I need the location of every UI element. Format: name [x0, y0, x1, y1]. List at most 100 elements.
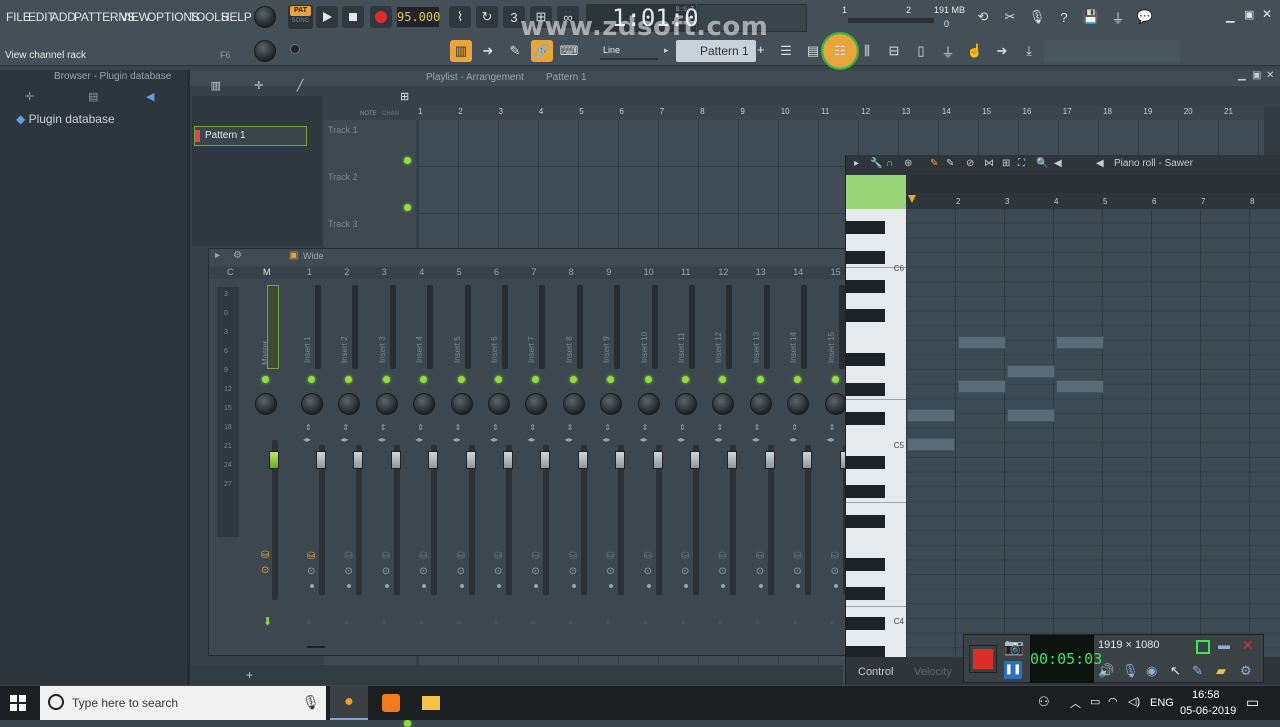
insert-fx-icon[interactable]: ⊙ — [569, 566, 577, 577]
stereo-separation-icon[interactable]: ⇕ — [492, 423, 499, 432]
menu-view[interactable]: VIEW — [120, 10, 150, 24]
play-button[interactable] — [316, 6, 338, 28]
cut-button[interactable]: ✂ — [999, 6, 1021, 28]
insert-fx-icon[interactable]: ⊙ — [307, 566, 315, 577]
insert-send-icon[interactable]: ▵ — [831, 617, 835, 626]
taskbar-flstudio[interactable]: ● — [330, 686, 368, 720]
insert-fader[interactable] — [690, 451, 700, 469]
insert-enable-led[interactable] — [457, 376, 465, 383]
pan-indicator-icon[interactable] — [290, 44, 300, 54]
close-icon[interactable]: ✕ — [1262, 7, 1272, 21]
wait-for-input-button[interactable]: ↻ — [476, 6, 498, 28]
pencil-tool-button[interactable]: ✎ — [504, 40, 526, 62]
insert-pan-knob[interactable] — [413, 393, 436, 415]
insert-fader[interactable] — [316, 451, 326, 469]
insert-strip[interactable]: Insert 11 ⇕ ◂▸ ⛁ ⊙ ▵ — [667, 265, 704, 655]
insert-enable-led[interactable] — [719, 376, 727, 383]
master-route-icon[interactable]: ⛁ — [261, 550, 269, 561]
menu-file[interactable]: FILE — [6, 10, 31, 24]
swap-icon[interactable]: ◂▸ — [640, 435, 648, 444]
recorder-stop-button[interactable] — [969, 645, 997, 673]
black-key[interactable] — [846, 383, 885, 396]
notification-icon[interactable]: ▭ — [1246, 694, 1259, 711]
tray-chevron-icon[interactable]: ︿ — [1070, 695, 1081, 711]
black-key[interactable] — [846, 587, 885, 600]
pencil-icon[interactable]: ✎ — [930, 158, 938, 169]
swap-icon[interactable]: ◂▸ — [340, 435, 348, 444]
insert-route-icon[interactable]: ⛁ — [831, 551, 839, 562]
people-icon[interactable]: ⚇ — [1038, 694, 1050, 710]
insert-send-icon[interactable]: ▵ — [756, 617, 760, 626]
master-volume-knob[interactable] — [254, 6, 276, 28]
plugin-database-item[interactable]: ◆ Plugin database — [16, 112, 115, 126]
expand-icon[interactable]: ✛ — [25, 90, 34, 103]
menu-help[interactable]: HELP — [221, 10, 252, 24]
region-icon[interactable] — [1196, 640, 1210, 654]
chan-tab[interactable]: CHAN — [382, 111, 399, 117]
add-track-icon[interactable]: + — [246, 668, 253, 682]
wifi-icon[interactable]: ◠ — [1108, 695, 1118, 708]
insert-fx-icon[interactable]: ⊙ — [494, 566, 502, 577]
insert-pan-knob[interactable] — [525, 393, 548, 415]
draw-icon[interactable]: ✎ — [1192, 663, 1203, 679]
chat-button[interactable]: 💬 — [1134, 6, 1156, 28]
insert-send-icon[interactable]: ▵ — [344, 617, 348, 626]
zoom-icon[interactable]: 🔍 — [1036, 158, 1048, 169]
insert-strip[interactable]: Insert 9 ⇕ ◂▸ ⛁ ⊙ ▵ — [592, 265, 629, 655]
insert-route-icon[interactable]: ⛁ — [344, 551, 352, 562]
window-min-icon[interactable]: ▁ — [1238, 70, 1246, 81]
insert-send-icon[interactable]: ▵ — [494, 617, 498, 626]
track-1-mute[interactable] — [404, 157, 411, 164]
piano-keyboard[interactable]: C6 C5 C4 — [846, 209, 906, 659]
slice-icon[interactable]: ⊞ — [1002, 158, 1010, 169]
insert-enable-led[interactable] — [831, 376, 839, 383]
touch-controller-button[interactable]: ☝ — [964, 40, 986, 62]
insert-route-icon[interactable]: ⛁ — [531, 551, 539, 562]
pat-song-toggle[interactable]: PAT SONG — [288, 5, 313, 29]
insert-fader[interactable] — [577, 451, 588, 469]
insert-route-icon[interactable]: ⛁ — [606, 551, 614, 562]
pattern-1-clip[interactable]: Pattern 1 — [194, 126, 307, 146]
insert-strip[interactable]: Insert 5 ⇕ ◂▸ ⛁ ⊙ ▵ — [443, 265, 480, 655]
piano-keyboard-button[interactable]: ▥ — [450, 40, 472, 62]
swap-icon[interactable]: ◂▸ — [378, 435, 386, 444]
insert-route-icon[interactable]: ⛁ — [419, 551, 427, 562]
insert-enable-led[interactable] — [644, 376, 652, 383]
insert-fader[interactable] — [428, 451, 439, 469]
all-channels-icon[interactable]: ✛ — [254, 79, 263, 92]
insert-enable-led[interactable] — [495, 376, 502, 383]
menu-add[interactable]: ADD — [51, 10, 76, 24]
master-pan-knob[interactable] — [255, 393, 277, 415]
insert-route-icon[interactable]: ⛁ — [756, 551, 764, 562]
taskbar-search-box[interactable]: Type here to search 🎙 — [40, 686, 326, 720]
swap-icon[interactable]: ◂▸ — [602, 435, 610, 444]
record-button[interactable] — [370, 6, 392, 28]
maximize-icon[interactable]: ▣ — [1244, 8, 1254, 21]
folder-icon[interactable]: ▰ — [1216, 663, 1226, 679]
stop-button[interactable] — [342, 6, 364, 28]
insert-fx-icon[interactable]: ⊙ — [793, 566, 801, 577]
insert-send-icon[interactable]: ▵ — [793, 617, 797, 626]
swap-icon[interactable]: ◂▸ — [565, 435, 573, 444]
insert-fader[interactable] — [540, 451, 551, 469]
insert-pan-knob[interactable] — [375, 393, 398, 415]
swap-icon[interactable]: ◂▸ — [677, 435, 685, 444]
microphone-icon[interactable]: 🎙 — [1122, 663, 1139, 679]
clock-date[interactable]: 05-06-2019 — [1180, 705, 1236, 717]
swap-icon[interactable]: ◂▸ — [789, 435, 797, 444]
insert-strip[interactable]: Insert 6 ⇕ ◂▸ ⛁ ⊙ ▵ — [480, 265, 517, 655]
insert-fader[interactable] — [615, 451, 626, 469]
black-key[interactable] — [846, 412, 885, 425]
save-button[interactable]: 💾 — [1080, 6, 1102, 28]
insert-pan-knob[interactable] — [338, 393, 361, 415]
swap-icon[interactable]: ◂▸ — [714, 435, 722, 444]
insert-fx-icon[interactable]: ⊙ — [419, 566, 427, 577]
undo-history-button[interactable]: ⟲ — [972, 6, 994, 28]
close-icon[interactable]: ✕ — [1242, 637, 1254, 654]
pattern-prev-icon[interactable]: ▸ — [664, 45, 669, 56]
stereo-separation-icon[interactable]: ⇕ — [791, 423, 798, 432]
master-pitch-knob[interactable] — [254, 40, 276, 62]
black-key[interactable] — [846, 485, 885, 498]
magnet-icon[interactable]: ∩ — [886, 158, 893, 169]
master-fader[interactable] — [269, 451, 279, 469]
